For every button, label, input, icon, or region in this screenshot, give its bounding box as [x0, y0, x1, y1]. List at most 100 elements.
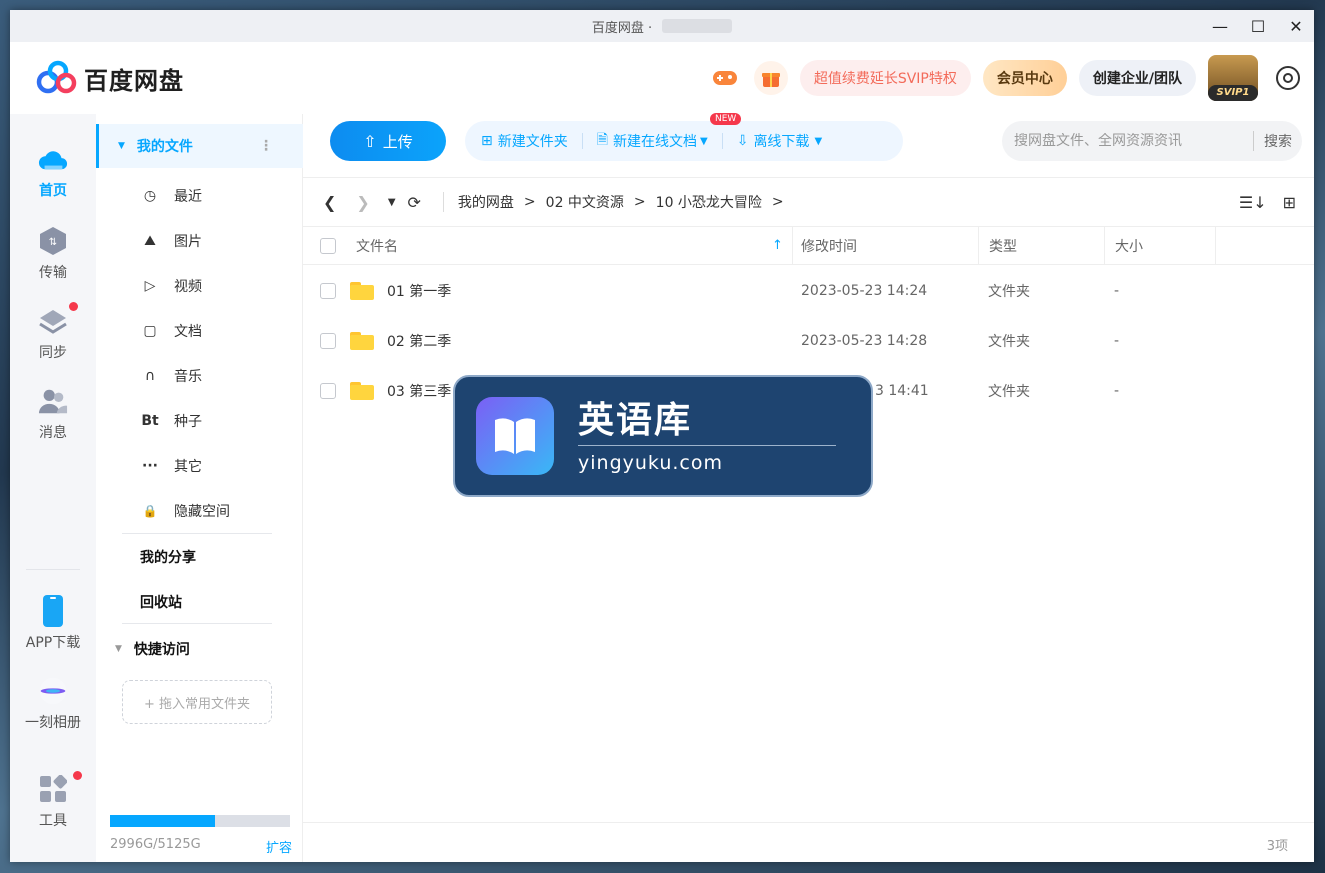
- table-header: 文件名 ↑ 修改时间 类型 大小: [303, 226, 1314, 265]
- close-button[interactable]: ✕: [1288, 17, 1304, 36]
- sidebar-item-quick-access[interactable]: ▼ 快捷访问: [96, 627, 303, 671]
- forward-icon[interactable]: ❯: [356, 193, 369, 212]
- sidebar-item-label: 最近: [174, 189, 202, 205]
- column-header-size[interactable]: 大小: [1104, 226, 1216, 265]
- sidebar-item-hidden-space[interactable]: 🔒 隐藏空间: [96, 489, 303, 533]
- header-actions: 超值续费延长SVIP特权 会员中心 创建企业/团队 SVIP1: [708, 42, 1300, 114]
- sidebar-item-recent[interactable]: ◷ 最近: [96, 174, 303, 218]
- rail-label-tools: 工具: [39, 813, 67, 829]
- column-header-type[interactable]: 类型: [978, 226, 1104, 265]
- grid-view-icon[interactable]: ⊞: [1283, 193, 1296, 212]
- rail-item-sync[interactable]: 同步: [10, 302, 96, 362]
- history-dropdown-icon[interactable]: ▼: [388, 197, 396, 208]
- rail-item-album[interactable]: 一刻相册: [10, 676, 96, 732]
- avatar[interactable]: SVIP1: [1208, 55, 1258, 101]
- app-window: 百度网盘 · — ☐ ✕ 百度网盘 超值续费延长SVIP特权 会员中心 创建企业…: [10, 10, 1314, 862]
- sidebar-item-label: 文档: [174, 324, 202, 340]
- storage-usage-text: 2996G/5125G: [110, 837, 201, 852]
- rail-item-app-download[interactable]: APP下载: [10, 595, 96, 652]
- view-controls: ☰↓ ⊞: [1239, 193, 1296, 212]
- sidebar-item-images[interactable]: ⛰ 图片: [96, 219, 303, 263]
- my-files-label: 我的文件: [136, 139, 193, 155]
- member-center-button[interactable]: 会员中心: [982, 60, 1067, 96]
- row-checkbox[interactable]: [320, 283, 336, 299]
- rail-item-home[interactable]: 首页: [10, 144, 96, 200]
- minimize-button[interactable]: —: [1212, 17, 1228, 36]
- file-category-sidebar: ▼ 我的文件 ⋮ ◷ 最近 ⛰ 图片 ▷ 视频 ▢ 文档 ∩ 音乐 Bt 种子: [96, 114, 303, 862]
- sync-notification-dot: [69, 302, 78, 311]
- column-header-time[interactable]: 修改时间: [792, 226, 978, 265]
- search-button[interactable]: 搜索: [1253, 131, 1302, 151]
- sidebar-item-torrents[interactable]: Bt 种子: [96, 399, 303, 443]
- file-name: 03 第三季: [387, 384, 452, 400]
- message-icon: [38, 386, 68, 416]
- row-checkbox[interactable]: [320, 333, 336, 349]
- left-rail: 首页 ⇅ 传输 同步 消息 APP下载 一刻相册 工具: [10, 114, 96, 862]
- recycle-bin-label: 回收站: [140, 595, 182, 611]
- breadcrumb-item[interactable]: 10 小恐龙大冒险: [656, 192, 762, 212]
- file-type: 文件夹: [988, 284, 1030, 300]
- rail-label-transfer: 传输: [39, 265, 67, 281]
- upload-icon: ⇧: [363, 131, 377, 151]
- search-box: 搜索: [1002, 121, 1302, 161]
- tools-icon: [38, 774, 68, 804]
- upload-button[interactable]: ⇧ 上传: [330, 121, 446, 161]
- file-action-group: ⊞ 新建文件夹 🗎 新建在线文档 ▼ NEW ⇩ 离线下载 ▼: [465, 113, 903, 161]
- sidebar-item-documents[interactable]: ▢ 文档: [96, 309, 303, 353]
- tools-notification-dot: [73, 771, 82, 780]
- upload-label: 上传: [382, 132, 413, 151]
- offline-download-button[interactable]: ⇩ 离线下载 ▼: [737, 131, 822, 151]
- new-folder-button[interactable]: ⊞ 新建文件夹: [481, 131, 568, 151]
- svip-promo-button[interactable]: 超值续费延长SVIP特权: [799, 60, 971, 96]
- caret-down-icon: ▼: [814, 135, 823, 147]
- sidebar-item-music[interactable]: ∩ 音乐: [96, 354, 303, 398]
- expand-storage-link[interactable]: 扩容: [266, 837, 292, 856]
- watermark-title: 英语库: [578, 399, 836, 446]
- sidebar-item-my-files[interactable]: ▼ 我的文件 ⋮: [96, 124, 303, 168]
- toolbar-divider: [581, 133, 583, 149]
- row-checkbox[interactable]: [320, 383, 336, 399]
- select-all-checkbox[interactable]: [320, 237, 336, 254]
- folder-icon: [350, 282, 374, 300]
- logo[interactable]: 百度网盘: [36, 60, 184, 96]
- rail-item-tools[interactable]: 工具: [10, 771, 96, 830]
- rail-label-message: 消息: [39, 425, 67, 441]
- new-online-doc-button[interactable]: 🗎 新建在线文档 ▼: [597, 129, 708, 153]
- sort-ascending-icon[interactable]: ↑: [772, 238, 783, 253]
- title-bar[interactable]: 百度网盘 · — ☐ ✕: [10, 10, 1314, 42]
- breadcrumb-separator-icon: >: [523, 194, 536, 210]
- maximize-button[interactable]: ☐: [1250, 17, 1266, 36]
- gamepad-icon[interactable]: [708, 61, 742, 95]
- image-icon: ⛰: [144, 233, 156, 249]
- rail-item-transfer[interactable]: ⇅ 传输: [10, 226, 96, 282]
- rail-item-message[interactable]: 消息: [10, 386, 96, 442]
- sidebar-item-label: 图片: [174, 234, 202, 250]
- table-row[interactable]: 02 第二季 2023-05-23 14:28 文件夹 -: [303, 316, 1314, 366]
- table-row[interactable]: 01 第一季 2023-05-23 14:24 文件夹 -: [303, 266, 1314, 316]
- search-input[interactable]: [1002, 133, 1253, 149]
- back-icon[interactable]: ❮: [323, 193, 336, 212]
- sort-icon[interactable]: ☰↓: [1239, 193, 1267, 212]
- status-footer: 3项: [303, 822, 1314, 862]
- breadcrumb-item[interactable]: 02 中文资源: [546, 192, 624, 212]
- sidebar-item-videos[interactable]: ▷ 视频: [96, 264, 303, 308]
- sidebar-item-others[interactable]: ··· 其它: [96, 444, 303, 488]
- more-options-icon[interactable]: ⋮: [259, 138, 273, 154]
- refresh-icon[interactable]: ⟳: [408, 193, 421, 212]
- settings-icon[interactable]: [1276, 66, 1300, 90]
- folder-icon: [350, 332, 374, 350]
- folder-icon: [350, 382, 374, 400]
- window-controls: — ☐ ✕: [1212, 10, 1304, 42]
- column-header-name[interactable]: 文件名: [356, 236, 398, 256]
- lock-icon: 🔒: [142, 504, 158, 518]
- quick-access-drop-zone[interactable]: + 拖入常用文件夹: [122, 680, 272, 724]
- file-size: -: [1114, 283, 1120, 299]
- navigation-bar: ❮ ❯ ▼ ⟳ 我的网盘 > 02 中文资源 > 10 小恐龙大冒险 > ☰↓ …: [303, 177, 1314, 227]
- create-enterprise-button[interactable]: 创建企业/团队: [1078, 60, 1196, 96]
- watermark-overlay: 英语库 yingyuku.com: [453, 375, 873, 497]
- gift-icon[interactable]: [753, 61, 788, 95]
- breadcrumb-item[interactable]: 我的网盘: [458, 192, 514, 212]
- file-name: 01 第一季: [387, 284, 452, 300]
- sidebar-item-recycle-bin[interactable]: 回收站: [96, 580, 303, 624]
- sidebar-item-my-share[interactable]: 我的分享: [96, 535, 303, 579]
